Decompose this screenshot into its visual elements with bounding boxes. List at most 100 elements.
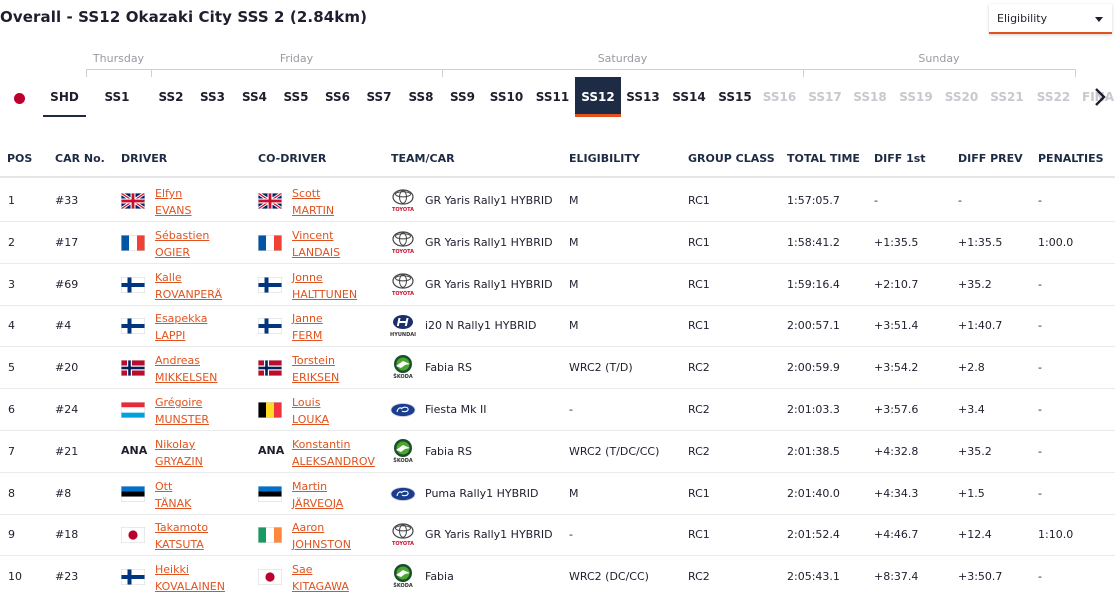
stage-tab-ss6[interactable]: SS6 [317,77,358,117]
table-row[interactable]: 4 #4 Esapekka LAPPI Janne FERM HYUNDAI i… [0,305,1115,348]
stage-tab-ss3[interactable]: SS3 [193,77,232,117]
stage-tab-ss20[interactable]: SS20 [938,77,985,117]
codriver-name-link[interactable]: Louis LOUKA [292,394,329,428]
col-header-driver[interactable]: DRIVER [121,152,167,165]
col-header-diff1[interactable]: DIFF 1st [874,152,926,165]
col-header-codriver[interactable]: CO-DRIVER [258,152,326,165]
codriver-first-name: Aaron [292,521,325,535]
codriver-name-link[interactable]: Sae KITAGAWA [292,561,349,595]
day-label-saturday: Saturday [597,52,648,65]
diff-first: +2:10.7 [874,277,919,291]
codriver-belgium-flag-icon [258,402,282,418]
stage-tab-ss16[interactable]: SS16 [758,77,801,117]
codriver-name-link[interactable]: Konstantin ALEKSANDROV [292,436,375,470]
driver-japan-flag-icon [121,527,145,544]
col-header-team[interactable]: TEAM/CAR [391,152,455,165]
group-class: RC1 [688,277,710,291]
stage-tab-ss15[interactable]: SS15 [714,77,756,117]
table-row[interactable]: 8 #8 Ott TÄNAK Martin JÄRVEOJA Puma Rall… [0,473,1115,515]
col-header-car[interactable]: CAR No. [55,152,105,165]
stage-tab-ss22[interactable]: SS22 [1030,77,1077,117]
table-row[interactable]: 10 #23 Heikki KOVALAINEN Sae KITAGAWA ŠK… [0,556,1115,597]
table-row[interactable]: 9 #18 Takamoto KATSUTA Aaron JOHNSTON TO… [0,514,1115,557]
car-number: #21 [55,444,79,458]
table-row[interactable]: 1 #33 Elfyn EVANS Scott MARTIN TOYOTA GR… [0,180,1115,222]
col-header-penalties[interactable]: PENALTIES [1038,152,1104,165]
col-header-eligibility[interactable]: ELIGIBILITY [569,152,640,165]
toyota-logo: TOYOTA [389,228,417,258]
codriver-name-link[interactable]: Aaron JOHNSTON [292,519,351,553]
stage-tab-ss12[interactable]: SS12 [575,77,621,117]
stage-tab-ss10[interactable]: SS10 [484,77,529,117]
table-row[interactable]: 3 #69 Kalle ROVANPERÄ Jonne HALTTUNEN TO… [0,264,1115,306]
table-row[interactable]: 7 #21 ANA Nikolay GRYAZIN ANA Konstantin… [0,431,1115,473]
codriver-name-link[interactable]: Scott MARTIN [292,185,334,219]
col-header-pos[interactable]: POS [7,152,32,165]
driver-name-link[interactable]: Kalle ROVANPERÄ [155,269,222,303]
codriver-finland-flag-icon [258,276,282,293]
codriver-name-link[interactable]: Janne FERM [292,310,323,344]
stage-tab-ss14[interactable]: SS14 [666,77,712,117]
chevron-right-icon[interactable] [1089,85,1111,109]
toyota-logo: TOYOTA [389,520,417,550]
driver-name-link[interactable]: Nikolay GRYAZIN [155,436,203,470]
stage-tab-ss17[interactable]: SS17 [803,77,847,117]
table-row[interactable]: 6 #24 Grégoire MUNSTER Louis LOUKA Fiest… [0,389,1115,431]
stage-selector: SHD SS1 SS2 SS3 SS4 SS5 SS6 SS7 SS8 SS9 SS10 SS11 SS… [0,77,1115,119]
stage-tab-shd[interactable]: SHD [43,77,86,117]
penalties: - [1038,194,1042,207]
stage-tab-ss21[interactable]: SS21 [983,77,1031,117]
eligibility-select[interactable]: Eligibility [989,4,1112,34]
codriver-name-link[interactable]: Jonne HALTTUNEN [292,269,357,303]
position: 4 [8,319,15,333]
skoda-logo: ŠKODA [389,562,417,592]
position: 6 [8,403,15,416]
diff-first: +8:37.4 [874,570,919,584]
stage-tab-ss5[interactable]: SS5 [276,77,316,117]
driver-france-flag-icon [121,234,145,251]
table-row[interactable]: 5 #20 Andreas MIKKELSEN Torstein ERIKSEN… [0,347,1115,390]
driver-name-link[interactable]: Ott TÄNAK [155,478,191,512]
driver-name-link[interactable]: Heikki KOVALAINEN [155,561,225,595]
driver-name-link[interactable]: Takamoto KATSUTA [155,519,208,553]
col-header-total[interactable]: TOTAL TIME [787,152,860,165]
driver-first-name: Kalle [155,270,182,284]
codriver-ireland-flag-icon [258,527,282,544]
diff-first: +4:34.3 [874,486,919,500]
table-row[interactable]: 2 #17 Sébastien OGIER Vincent LANDAIS TO… [0,222,1115,264]
codriver-last-name: FERM [292,329,323,343]
total-time: 1:58:41.2 [787,235,840,249]
stage-tab-ss1[interactable]: SS1 [97,77,137,117]
driver-name-link[interactable]: Andreas MIKKELSEN [155,352,217,386]
diff-first: +3:51.4 [874,319,919,333]
total-time: 2:05:43.1 [787,570,840,584]
day-label-sunday: Sunday [918,52,960,65]
stage-tab-ss4[interactable]: SS4 [234,77,275,117]
codriver-first-name: Louis [292,396,321,409]
stage-tab-ss8[interactable]: SS8 [400,77,442,117]
col-header-diffprev[interactable]: DIFF PREV [958,152,1023,165]
driver-name-link[interactable]: Sébastien OGIER [155,227,209,261]
stage-tab-ss9[interactable]: SS9 [442,77,483,117]
team-car: i20 N Rally1 HYBRID [425,319,537,333]
codriver-last-name: ERIKSEN [292,371,340,385]
penalties: - [1038,486,1042,500]
codriver-name-link[interactable]: Torstein ERIKSEN [292,352,339,386]
codriver-estonia-flag-icon [258,485,282,502]
stage-tab-ss11[interactable]: SS11 [531,77,574,117]
stage-tab-ss13[interactable]: SS13 [622,77,664,117]
codriver-name-link[interactable]: Martin JÄRVEOJA [292,478,343,512]
stage-tab-ss19[interactable]: SS19 [893,77,939,117]
stage-tab-ss18[interactable]: SS18 [848,77,892,117]
stage-tab-ss7[interactable]: SS7 [358,77,400,117]
driver-name-link[interactable]: Grégoire MUNSTER [155,394,209,428]
group-class: RC1 [688,486,710,500]
total-time: 1:57:05.7 [787,194,840,207]
col-header-group[interactable]: GROUP CLASS [688,152,775,165]
stage-tab-ss2[interactable]: SS2 [151,77,191,117]
group-class: RC2 [688,361,710,375]
driver-name-link[interactable]: Esapekka LAPPI [155,310,207,344]
codriver-name-link[interactable]: Vincent LANDAIS [292,227,340,261]
codriver-last-name: JOHNSTON [292,538,351,552]
driver-name-link[interactable]: Elfyn EVANS [155,185,192,219]
